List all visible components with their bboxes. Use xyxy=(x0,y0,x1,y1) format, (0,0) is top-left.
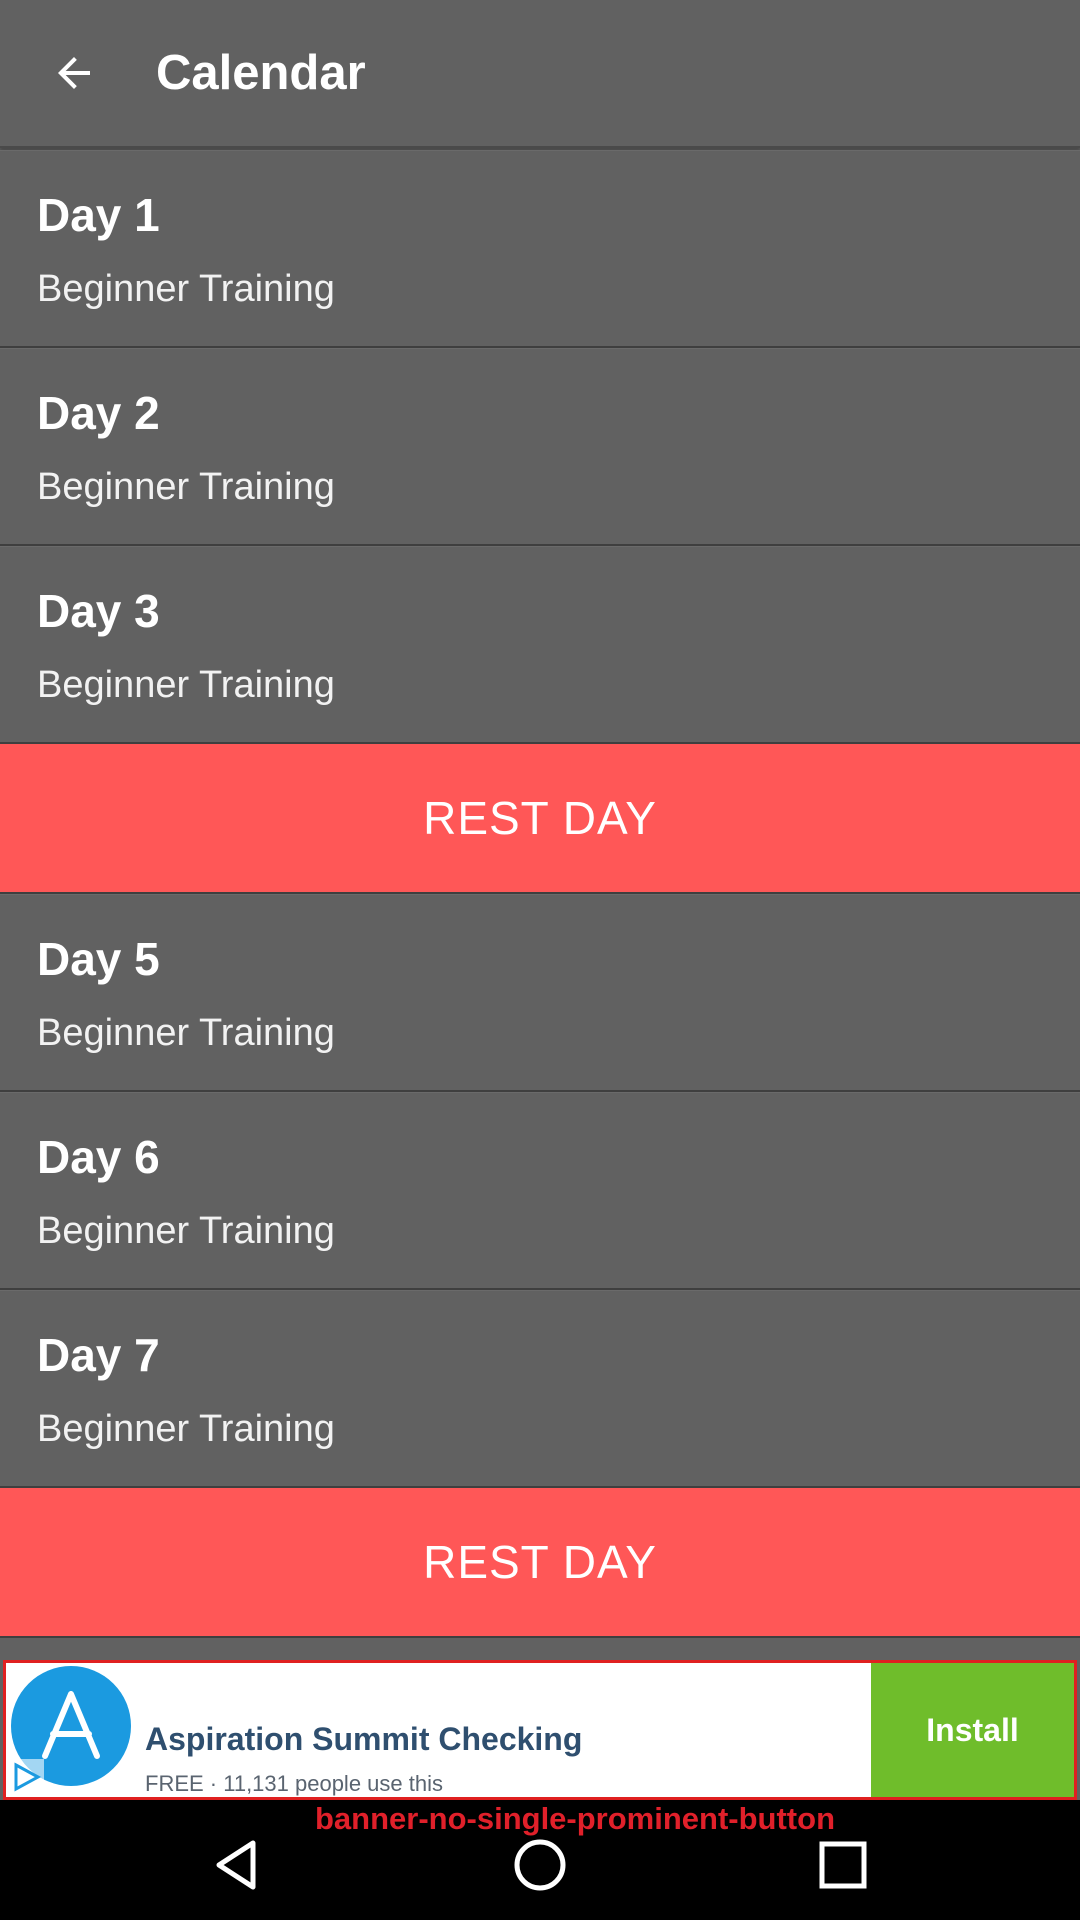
adchoices-icon[interactable] xyxy=(8,1759,44,1795)
ad-subtitle: FREE · 11,131 people use this xyxy=(145,1771,443,1796)
install-button[interactable]: Install xyxy=(871,1663,1074,1797)
ad-title: Aspiration Summit Checking xyxy=(145,1721,583,1757)
day-title: Day 7 xyxy=(37,1329,160,1381)
app-root: Calendar Day 1 Beginner Training Day 2 B… xyxy=(0,0,1080,1920)
day-title: Day 2 xyxy=(37,387,160,439)
calendar-item-day-7[interactable]: Day 7 Beginner Training xyxy=(0,1290,1080,1488)
rest-day-label: REST DAY xyxy=(423,792,657,844)
ad-banner[interactable]: Aspiration Summit Checking FREE · 11,131… xyxy=(3,1660,1077,1800)
page-title: Calendar xyxy=(156,46,366,100)
day-title: Day 6 xyxy=(37,1131,160,1183)
day-title: Day 5 xyxy=(37,933,160,985)
circle-home-icon xyxy=(514,1839,566,1891)
calendar-item-day-2[interactable]: Day 2 Beginner Training xyxy=(0,348,1080,546)
nav-recents-button[interactable] xyxy=(798,1820,888,1910)
day-subtitle: Beginner Training xyxy=(37,1210,335,1252)
calendar-item-day-3[interactable]: Day 3 Beginner Training xyxy=(0,546,1080,744)
day-title: Day 3 xyxy=(37,585,160,637)
calendar-item-day-5[interactable]: Day 5 Beginner Training xyxy=(0,894,1080,1092)
triangle-back-icon xyxy=(216,1840,256,1890)
day-subtitle: Beginner Training xyxy=(37,268,335,310)
app-bar: Calendar xyxy=(0,0,1080,148)
rest-day-label: REST DAY xyxy=(423,1536,657,1588)
nav-back-button[interactable] xyxy=(192,1820,282,1910)
square-recents-icon xyxy=(819,1841,867,1889)
day-subtitle: Beginner Training xyxy=(37,1012,335,1054)
aspiration-logo-icon xyxy=(42,1691,100,1759)
calendar-item-day-1[interactable]: Day 1 Beginner Training xyxy=(0,150,1080,348)
day-subtitle: Beginner Training xyxy=(37,466,335,508)
calendar-item-rest-day[interactable]: REST DAY xyxy=(0,1488,1080,1638)
day-subtitle: Beginner Training xyxy=(37,664,335,706)
back-button[interactable] xyxy=(38,37,110,109)
day-subtitle: Beginner Training xyxy=(37,1408,335,1450)
calendar-item-rest-day[interactable]: REST DAY xyxy=(0,744,1080,894)
calendar-list: Day 1 Beginner Training Day 2 Beginner T… xyxy=(0,150,1080,1638)
calendar-item-day-6[interactable]: Day 6 Beginner Training xyxy=(0,1092,1080,1290)
arrow-left-icon xyxy=(58,57,90,89)
nav-home-button[interactable] xyxy=(495,1820,585,1910)
day-title: Day 1 xyxy=(37,189,160,241)
